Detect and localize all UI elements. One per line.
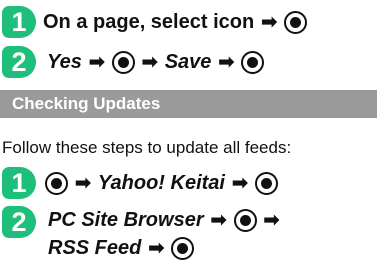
step-number-badge: 1 bbox=[2, 6, 36, 38]
step-1-bottom: 1 ➡ Yahoo! Keitai ➡ bbox=[2, 167, 278, 199]
step-2-instruction: Yes ➡ ➡ Save ➡ bbox=[47, 50, 265, 74]
center-key-icon bbox=[241, 50, 265, 74]
step-1-instruction: On a page, select icon ➡ bbox=[43, 10, 308, 34]
center-key-icon bbox=[171, 236, 195, 260]
arrow-icon: ➡ bbox=[88, 51, 105, 73]
step-1-top: 1 On a page, select icon ➡ bbox=[2, 6, 308, 38]
arrow-icon: ➡ bbox=[148, 237, 165, 259]
center-key-icon bbox=[45, 171, 68, 195]
center-key-icon bbox=[284, 10, 308, 34]
pc-site-browser-option: PC Site Browser bbox=[48, 208, 204, 231]
step-1-bottom-instruction: ➡ Yahoo! Keitai ➡ bbox=[45, 171, 278, 195]
arrow-icon: ➡ bbox=[141, 51, 158, 73]
arrow-icon: ➡ bbox=[263, 209, 280, 231]
step-number-badge: 2 bbox=[2, 206, 36, 238]
step-2-bottom: 2 PC Site Browser ➡ ➡ RSS Feed ➡ bbox=[2, 206, 286, 262]
step-2-bottom-instruction: PC Site Browser ➡ ➡ RSS Feed ➡ bbox=[48, 206, 286, 262]
section-intro: Follow these steps to update all feeds: bbox=[2, 138, 292, 157]
arrow-icon: ➡ bbox=[210, 209, 227, 231]
rss-feed-option: RSS Feed bbox=[48, 236, 142, 259]
step-2-bottom-line-1: PC Site Browser ➡ ➡ bbox=[48, 206, 286, 234]
arrow-icon: ➡ bbox=[75, 172, 91, 194]
center-key-icon bbox=[111, 50, 135, 74]
step-number-badge: 1 bbox=[2, 167, 36, 199]
section-heading: Checking Updates bbox=[0, 90, 377, 118]
yes-option: Yes bbox=[47, 50, 82, 73]
step-1-text: On a page, select icon bbox=[43, 10, 255, 33]
step-number-badge: 2 bbox=[2, 46, 36, 78]
center-key-icon bbox=[254, 171, 278, 195]
save-option: Save bbox=[164, 50, 212, 73]
step-2-top: 2 Yes ➡ ➡ Save ➡ bbox=[2, 46, 265, 78]
arrow-icon: ➡ bbox=[261, 11, 278, 33]
yahoo-keitai-option: Yahoo! Keitai bbox=[97, 171, 225, 194]
arrow-icon: ➡ bbox=[231, 172, 248, 194]
step-2-bottom-line-2: RSS Feed ➡ bbox=[48, 234, 286, 262]
arrow-icon: ➡ bbox=[218, 51, 235, 73]
center-key-icon bbox=[233, 208, 257, 232]
